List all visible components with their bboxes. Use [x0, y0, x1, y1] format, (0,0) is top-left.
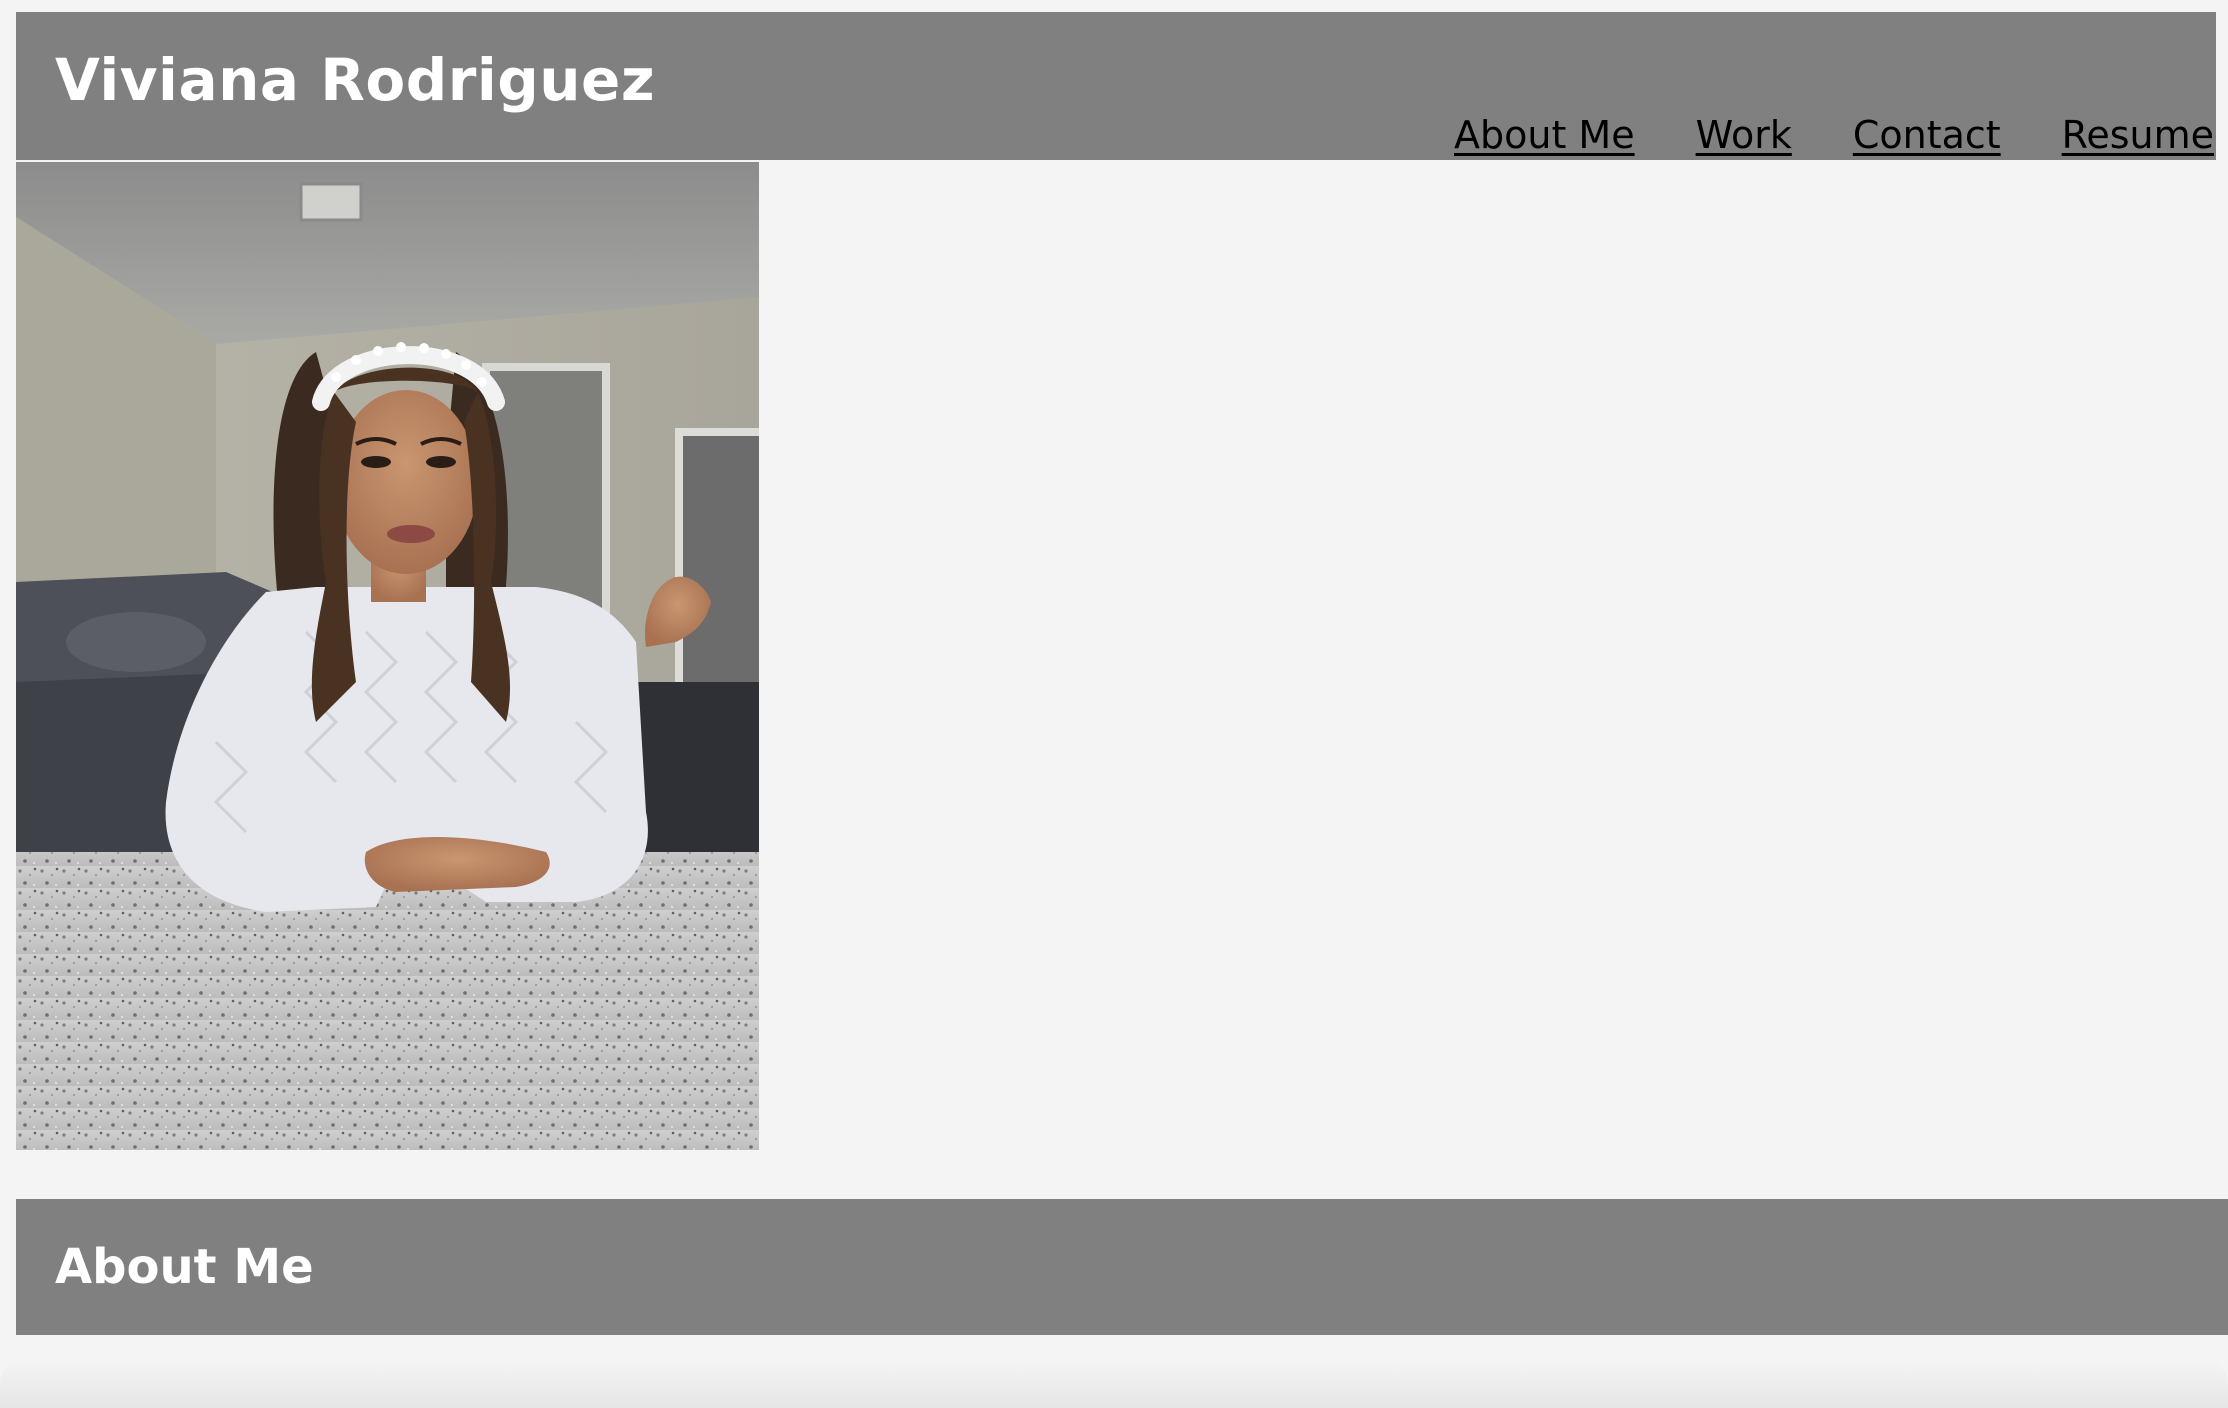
site-title: Viviana Rodriguez: [55, 46, 656, 114]
section-title: About Me: [55, 1239, 314, 1295]
nav-link-about-me[interactable]: About Me: [1454, 116, 1635, 154]
page: Viviana Rodriguez About Me Work Contact …: [0, 0, 2228, 1408]
bottom-edge: [0, 1360, 2228, 1408]
nav-link-work[interactable]: Work: [1696, 116, 1792, 154]
profile-photo: [16, 162, 759, 1150]
site-header: Viviana Rodriguez About Me Work Contact …: [16, 12, 2216, 160]
nav-link-resume[interactable]: Resume: [2062, 116, 2214, 154]
main-nav: About Me Work Contact Resume: [1454, 100, 2214, 170]
nav-link-contact[interactable]: Contact: [1853, 116, 2001, 154]
about-me-section-header: About Me: [16, 1199, 2228, 1335]
